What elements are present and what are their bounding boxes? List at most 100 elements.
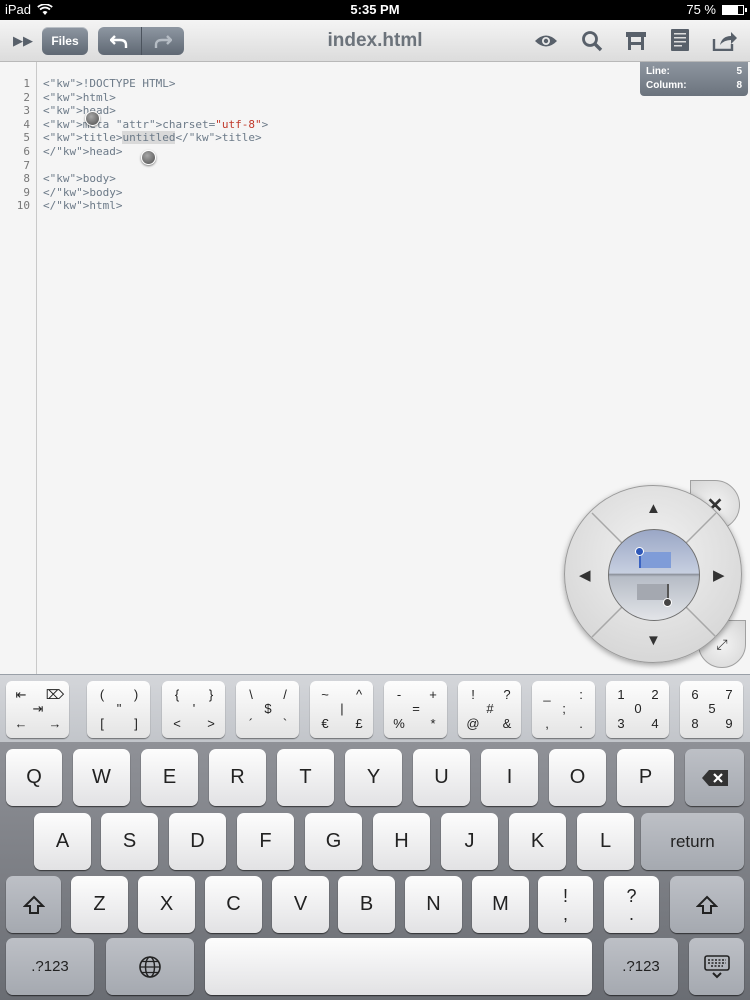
line-number: 3: [23, 104, 30, 118]
redo-button[interactable]: [142, 27, 185, 55]
key-x[interactable]: X: [138, 876, 195, 933]
key-z[interactable]: Z: [71, 876, 128, 933]
key-y[interactable]: Y: [345, 749, 402, 806]
undo-button[interactable]: [98, 27, 141, 55]
code-text[interactable]: <"kw">!DOCTYPE HTML> <"kw">html> <"kw">h…: [43, 77, 268, 213]
selection-end-handle[interactable]: [141, 150, 156, 165]
tab-keys[interactable]: ⇤ ⌦ ⇥ ← →: [6, 681, 69, 738]
key-h[interactable]: H: [373, 813, 430, 870]
exclaim-comma-key[interactable]: ! ,: [538, 876, 593, 933]
line-value: 5: [736, 66, 742, 77]
digits-5-9-keys[interactable]: 6 7 5 8 9: [680, 681, 743, 738]
line-number: 4: [23, 117, 30, 131]
key-glyph: 8: [691, 716, 699, 731]
search-button[interactable]: [578, 28, 606, 54]
share-button[interactable]: [710, 28, 740, 54]
key-i[interactable]: I: [481, 749, 538, 806]
line-number: 1: [23, 77, 30, 90]
math-keys[interactable]: - + = % *: [384, 681, 447, 738]
hide-keyboard-icon: [703, 954, 730, 978]
backspace-icon: [701, 769, 728, 786]
key-s[interactable]: S: [101, 813, 158, 870]
key-glyph: ⌦: [45, 687, 65, 702]
slash-keys[interactable]: \ / $ ´ `: [236, 681, 299, 738]
key-g[interactable]: G: [305, 813, 362, 870]
numbers-key-right[interactable]: .?123: [604, 938, 678, 995]
preview-button[interactable]: [532, 28, 560, 54]
files-button[interactable]: Files: [42, 27, 88, 55]
key-l[interactable]: L: [577, 813, 634, 870]
status-right: 75 %: [686, 2, 747, 17]
key-k[interactable]: K: [509, 813, 566, 870]
key-glyph: (: [99, 687, 105, 702]
question-period-key[interactable]: ? .: [604, 876, 659, 933]
key-j[interactable]: J: [441, 813, 498, 870]
punct-keys[interactable]: ! ? # @ &: [458, 681, 521, 738]
key-m[interactable]: M: [472, 876, 529, 933]
key-w[interactable]: W: [73, 749, 130, 806]
key-top-glyph: ?: [626, 885, 637, 906]
key-d[interactable]: D: [169, 813, 226, 870]
arrow-left-icon[interactable]: ◀: [579, 566, 591, 584]
key-b[interactable]: B: [338, 876, 395, 933]
key-f[interactable]: F: [237, 813, 294, 870]
key-q[interactable]: Q: [6, 749, 62, 806]
key-a[interactable]: A: [34, 813, 91, 870]
line-number: 8: [23, 172, 30, 186]
key-glyph: &: [502, 716, 512, 731]
extra-keys-row: ⇤ ⌦ ⇥ ← → ( ) " [ ] { } ' < > \ / $ ´ ` …: [0, 674, 750, 742]
globe-key[interactable]: [106, 938, 194, 995]
line-number: 2: [23, 90, 30, 104]
cursor-position-panel: Line: 5 Column: 8: [640, 62, 748, 96]
arrow-up-icon[interactable]: ▲: [646, 500, 661, 517]
key-glyph: -: [396, 687, 402, 702]
key-glyph: ⇥: [32, 701, 44, 716]
hierarchy-button[interactable]: [622, 28, 650, 54]
jog-center[interactable]: [608, 529, 700, 621]
colon-keys[interactable]: _ : ; , .: [532, 681, 595, 738]
arrow-right-icon[interactable]: ▶: [713, 566, 725, 584]
shift-left-key[interactable]: [6, 876, 61, 933]
parens-keys[interactable]: ( ) " [ ]: [87, 681, 150, 738]
space-bar[interactable]: [205, 938, 592, 995]
key-glyph: →: [48, 716, 62, 731]
hide-keyboard-key[interactable]: [689, 938, 744, 995]
key-c[interactable]: C: [205, 876, 262, 933]
key-p[interactable]: P: [617, 749, 674, 806]
key-bottom-glyph: ,: [562, 903, 568, 924]
key-t[interactable]: T: [277, 749, 334, 806]
key-n[interactable]: N: [405, 876, 462, 933]
key-e[interactable]: E: [141, 749, 198, 806]
key-r[interactable]: R: [209, 749, 266, 806]
line-number: 6: [23, 144, 30, 158]
chevron-right-double-icon[interactable]: ▶▶: [10, 30, 36, 52]
key-glyph: £: [355, 716, 363, 731]
line-numbers: 1 2 3 4 5 6 7 8 9 10: [0, 77, 30, 213]
key-glyph: !: [471, 687, 475, 702]
line-number: 7: [23, 158, 30, 172]
arrow-down-icon[interactable]: ▼: [646, 632, 661, 649]
shift-icon: [22, 895, 45, 914]
return-key[interactable]: return: [641, 813, 744, 870]
undo-redo-group: [98, 27, 184, 55]
document-button[interactable]: [666, 26, 694, 54]
key-o[interactable]: O: [549, 749, 606, 806]
backspace-key[interactable]: [685, 749, 744, 806]
digits-1-4-keys[interactable]: 1 2 0 3 4: [606, 681, 669, 738]
selection-start-handle[interactable]: [85, 111, 100, 126]
braces-keys[interactable]: { } ' < >: [162, 681, 225, 738]
key-glyph: 4: [651, 716, 659, 731]
key-glyph: +: [429, 687, 437, 702]
shift-right-key[interactable]: [670, 876, 744, 933]
numbers-key-left[interactable]: .?123: [6, 938, 94, 995]
select-start-icon[interactable]: [639, 552, 671, 568]
key-u[interactable]: U: [413, 749, 470, 806]
jog-outer-ring[interactable]: ▲ ▼ ◀ ▶: [564, 485, 742, 663]
tilde-keys[interactable]: ~ ^ | € £: [310, 681, 373, 738]
key-glyph: .: [579, 716, 583, 731]
key-glyph: <: [173, 716, 181, 731]
key-v[interactable]: V: [272, 876, 329, 933]
share-icon: [712, 32, 737, 51]
key-glyph: ^: [355, 687, 363, 702]
select-end-icon[interactable]: [637, 584, 669, 600]
